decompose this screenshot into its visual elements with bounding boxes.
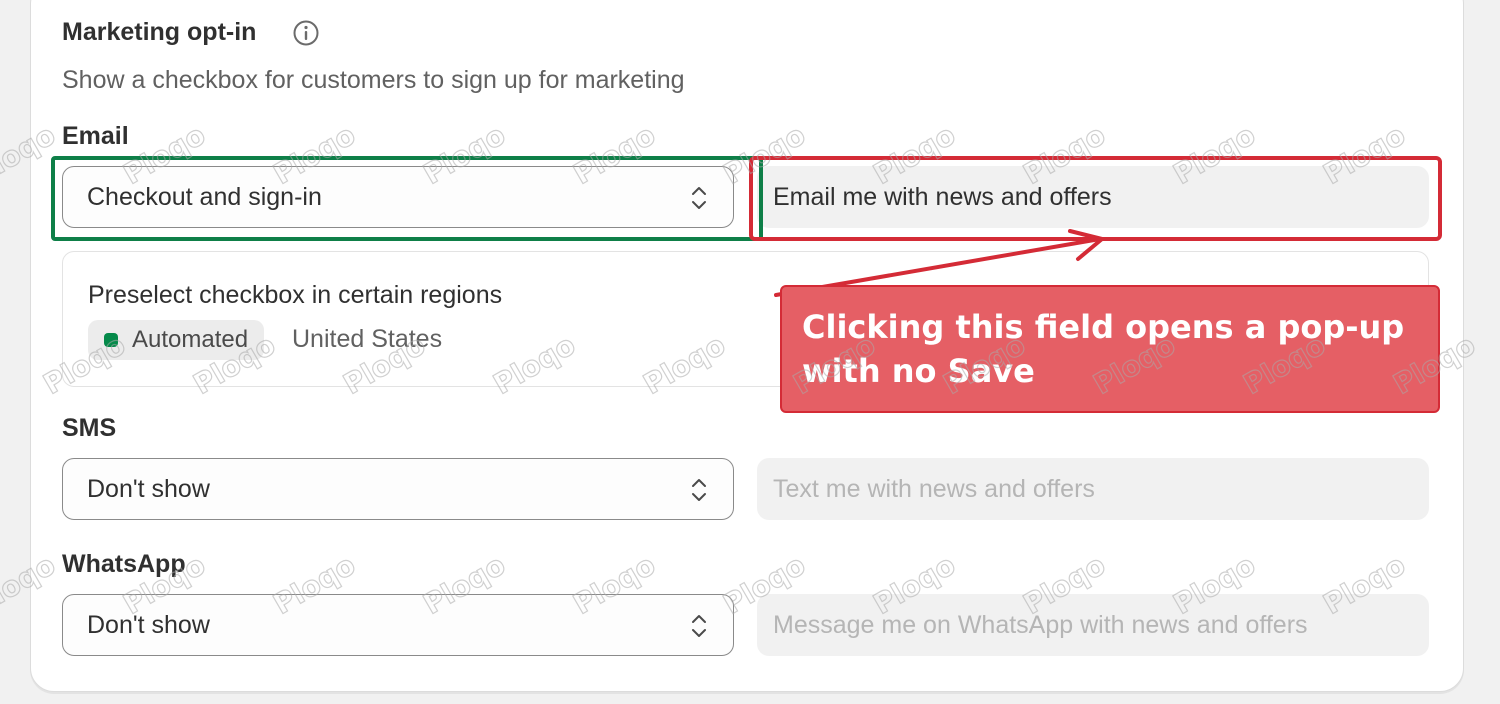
- badge-label: Automated: [132, 326, 249, 353]
- sms-field-placeholder: Text me with news and offers: [773, 474, 1095, 503]
- whatsapp-checkbox-label-field[interactable]: Message me on WhatsApp with news and off…: [757, 594, 1429, 656]
- sms-display-select[interactable]: Don't show: [62, 458, 734, 520]
- sms-label: SMS: [62, 414, 117, 442]
- sms-select-value: Don't show: [87, 474, 210, 503]
- section-subtitle: Show a checkbox for customers to sign up…: [62, 66, 685, 94]
- email-select-highlight: [51, 156, 763, 241]
- info-icon[interactable]: [293, 20, 319, 46]
- chevron-up-down-icon: [692, 479, 706, 501]
- preselect-regions-title: Preselect checkbox in certain regions: [88, 281, 503, 309]
- whatsapp-display-select[interactable]: Don't show: [62, 594, 734, 656]
- preselect-region-value: United States: [292, 325, 443, 353]
- chevron-up-down-icon: [692, 615, 706, 637]
- whatsapp-label: WhatsApp: [62, 550, 186, 578]
- section-title: Marketing opt-in: [62, 18, 257, 46]
- whatsapp-field-placeholder: Message me on WhatsApp with news and off…: [773, 610, 1308, 639]
- whatsapp-select-value: Don't show: [87, 610, 210, 639]
- annotation-callout: Clicking this field opens a pop-up with …: [780, 285, 1440, 413]
- status-dot-icon: [104, 333, 118, 347]
- sms-checkbox-label-field[interactable]: Text me with news and offers: [757, 458, 1429, 520]
- automated-status-badge: Automated: [88, 320, 265, 360]
- email-label: Email: [62, 122, 129, 150]
